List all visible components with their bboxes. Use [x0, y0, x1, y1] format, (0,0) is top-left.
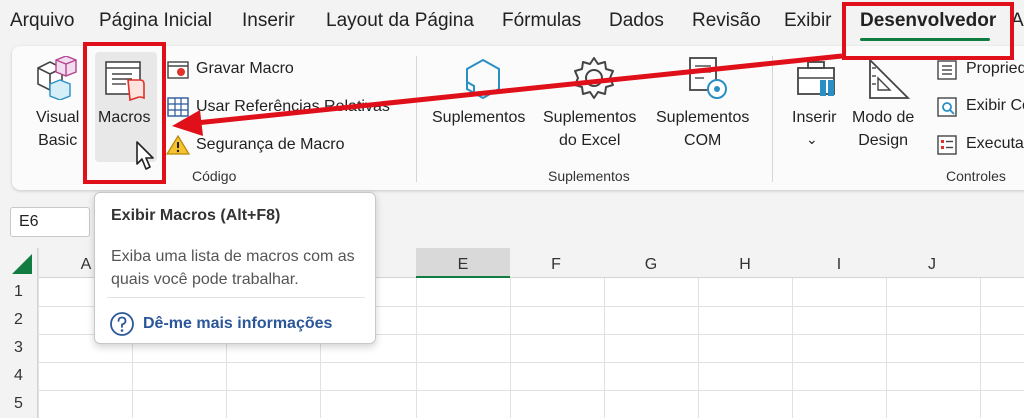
- annotation-arrow-icon: [172, 53, 843, 136]
- excel-window: Arquivo Página Inicial Inserir Layout da…: [0, 0, 1024, 418]
